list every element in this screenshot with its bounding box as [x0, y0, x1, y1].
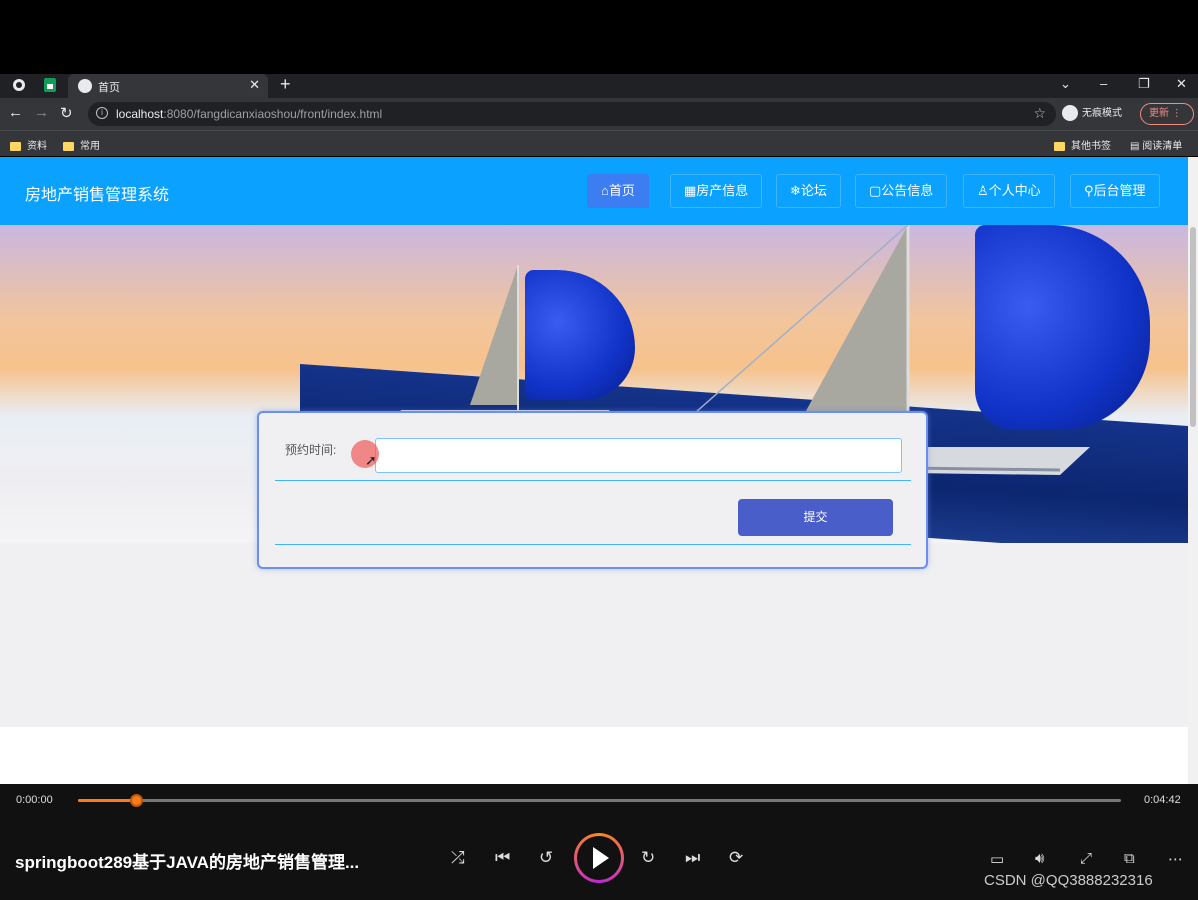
back-icon[interactable]: ←	[8, 104, 23, 121]
incognito-indicator[interactable]: 无痕模式	[1062, 104, 1122, 122]
url-text: localhost:8080/fangdicanxiaoshou/front/i…	[116, 107, 382, 121]
submit-button[interactable]: 提交	[738, 499, 893, 536]
mouse-cursor-icon: ➚	[365, 452, 377, 468]
bookmark-label: 资料	[27, 141, 47, 152]
seek-bar[interactable]	[78, 794, 1121, 807]
video-title: springboot289基于JAVA的房地产销售管理...	[15, 853, 360, 872]
link-icon: ⚲	[1084, 183, 1094, 198]
url-path: :8080/fangdicanxiaoshou/front/index.html	[163, 107, 383, 121]
url-field[interactable]: i localhost:8080/fangdicanxiaoshou/front…	[88, 102, 1056, 126]
globe-icon	[78, 79, 92, 93]
nav-personal-center[interactable]: ♙个人中心	[963, 174, 1055, 208]
nav-property-info[interactable]: ▦房产信息	[670, 174, 763, 208]
site-info-icon[interactable]: i	[96, 107, 108, 119]
shuffle-icon[interactable]: ⤮	[451, 848, 465, 868]
incognito-icon	[1062, 105, 1078, 122]
browser-address-bar: ← → ↻ i localhost:8080/fangdicanxiaoshou…	[0, 98, 1198, 130]
new-tab-button[interactable]: +	[280, 74, 291, 95]
nav-label: 首页	[608, 183, 635, 198]
close-window-icon[interactable]: ✕	[1176, 76, 1187, 92]
nav-admin[interactable]: ⚲后台管理	[1070, 174, 1160, 208]
page-scrollbar[interactable]	[1188, 157, 1198, 784]
reading-list[interactable]: ▤ 阅读清单	[1130, 137, 1182, 152]
home-icon: ⌂	[601, 183, 609, 198]
snowflake-icon: ❄	[790, 183, 801, 198]
total-time: 0:04:42	[1144, 794, 1181, 806]
grid-icon: ▦	[684, 183, 697, 198]
url-host: localhost	[116, 107, 164, 121]
current-time: 0:00:00	[16, 794, 53, 806]
csdn-watermark: CSDN @QQ3888232316	[984, 872, 1153, 889]
nav-home[interactable]: ⌂首页	[587, 174, 649, 208]
sheets-tab-icon[interactable]	[44, 78, 60, 94]
repeat-off-icon[interactable]: ⟳	[729, 848, 743, 868]
note-icon: ▢	[869, 183, 882, 198]
bookmark-folder-0[interactable]: 资料	[10, 137, 47, 152]
nav-label: 公告信息	[881, 183, 934, 198]
small-sailboat	[400, 265, 610, 425]
nav-forum[interactable]: ❄论坛	[776, 174, 841, 208]
incognito-label: 无痕模式	[1082, 108, 1122, 119]
play-button[interactable]	[574, 833, 624, 883]
update-button[interactable]: 更新 ⋮	[1140, 103, 1194, 125]
site-name: 房地产销售管理系统	[25, 187, 170, 204]
scrollbar-thumb[interactable]	[1190, 227, 1196, 427]
next-icon[interactable]: ⏭	[685, 848, 700, 868]
form-divider	[275, 480, 911, 481]
close-tab-icon[interactable]: ✕	[249, 77, 260, 93]
browser-tab-bar: 首页 ✕ + ⌄ – ❐ ✕	[0, 74, 1198, 98]
fullscreen-icon[interactable]: ⤢	[1080, 850, 1092, 867]
update-label: 更新	[1149, 108, 1169, 119]
reload-icon[interactable]: ↻	[60, 104, 73, 122]
tab-search-icon[interactable]: ⌄	[1060, 76, 1071, 92]
form-divider	[275, 544, 911, 545]
bookmark-folder-1[interactable]: 常用	[63, 137, 100, 152]
volume-icon[interactable]: 🔊︎	[1035, 850, 1044, 867]
forward-icon[interactable]: →	[34, 104, 49, 121]
nav-announcements[interactable]: ▢公告信息	[855, 174, 948, 208]
content-area	[0, 543, 1188, 727]
mini-player-icon[interactable]: ⧉	[1124, 850, 1135, 867]
reading-list-icon: ▤	[1130, 141, 1143, 152]
forward-30-icon[interactable]: ↻	[641, 848, 655, 868]
subtitles-icon[interactable]: ▭	[990, 850, 1004, 868]
tab-title: 首页	[98, 82, 120, 94]
other-bookmarks[interactable]: 其他书签	[1054, 137, 1111, 152]
minimize-icon[interactable]: –	[1100, 76, 1107, 91]
play-icon	[593, 847, 609, 869]
seek-progress	[78, 799, 137, 802]
nav-label: 论坛	[800, 183, 827, 198]
video-player-controls: 0:00:00 0:04:42 springboot289基于JAVA的房地产销…	[0, 784, 1198, 900]
booking-form: 预约时间: 提交	[257, 411, 928, 569]
previous-icon[interactable]: ⏮	[495, 848, 510, 868]
site-header: 房地产销售管理系统 ⌂首页 ▦房产信息 ❄论坛 ▢公告信息 ♙个人中心 ⚲后台管…	[0, 157, 1188, 225]
browser-tab-home[interactable]: 首页 ✕	[68, 74, 268, 98]
nav-label: 房产信息	[696, 183, 749, 198]
more-options-icon[interactable]: ⋯	[1168, 850, 1183, 868]
booking-time-label: 预约时间:	[285, 443, 337, 457]
folder-icon	[1054, 141, 1065, 151]
bookmarks-bar: 资料 常用 其他书签 ▤ 阅读清单	[0, 130, 1198, 156]
folder-icon	[63, 141, 74, 151]
seek-handle[interactable]	[130, 794, 144, 807]
bookmark-label: 常用	[80, 141, 100, 152]
nav-label: 个人中心	[988, 183, 1041, 198]
other-bookmarks-label: 其他书签	[1071, 141, 1111, 152]
browser-menu-icon[interactable]	[12, 78, 28, 94]
nav-label: 后台管理	[1093, 183, 1146, 198]
booking-time-input[interactable]	[375, 438, 902, 473]
folder-icon	[10, 141, 21, 151]
rewind-10-icon[interactable]: ↺	[539, 848, 553, 868]
user-icon: ♙	[977, 183, 989, 198]
reading-list-label: 阅读清单	[1142, 141, 1183, 152]
restore-icon[interactable]: ❐	[1138, 76, 1150, 92]
bookmark-star-icon[interactable]: ☆	[1033, 105, 1046, 122]
